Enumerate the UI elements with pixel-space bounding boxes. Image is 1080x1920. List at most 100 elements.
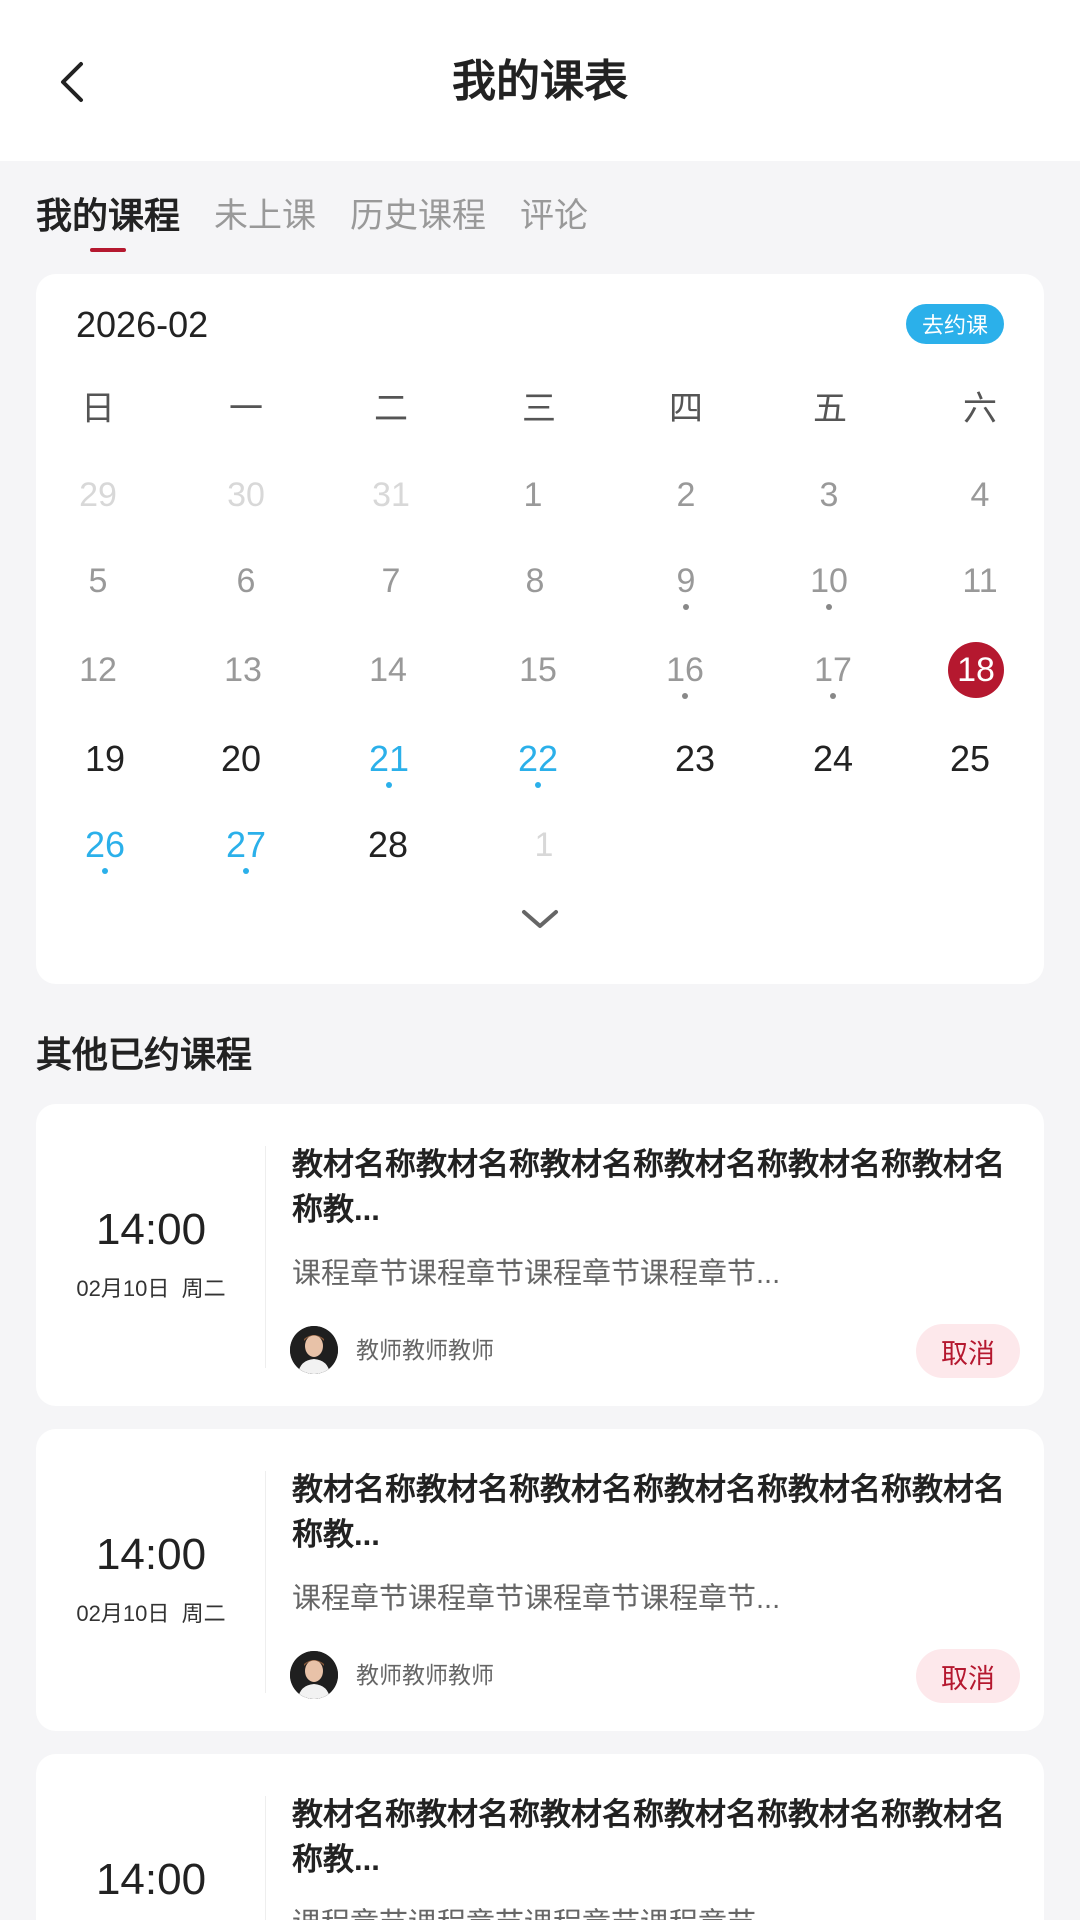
tab-my-courses[interactable]: 我的课程 [36, 190, 180, 250]
has-class-dot [682, 693, 688, 699]
calendar-day[interactable]: 16 [645, 635, 725, 705]
weekday-label: 二 [374, 390, 408, 428]
calendar-month: 2026-02 [76, 304, 209, 345]
calendar-day[interactable]: 12 [58, 635, 138, 705]
divider [265, 1471, 266, 1693]
calendar-day[interactable]: 7 [351, 546, 431, 616]
weekday-header: 日 一 二 三 四 五 六 [36, 384, 1044, 434]
calendar-day[interactable]: 23 [655, 724, 735, 794]
course-title: 教材名称教材名称教材名称教材名称教材名称教材名称教... [292, 1472, 1005, 1552]
day-number: 16 [666, 651, 704, 689]
expand-calendar-button[interactable] [520, 904, 560, 934]
calendar-day[interactable]: 26 [65, 810, 145, 880]
calendar-day[interactable]: 22 [498, 724, 578, 794]
calendar-day[interactable]: 1 [493, 460, 573, 530]
day-number: 17 [814, 651, 852, 689]
course-weekday: 周二 [181, 1601, 226, 1626]
day-number: 10 [810, 562, 848, 600]
day-number: 15 [519, 651, 557, 689]
calendar-day[interactable]: 30 [206, 460, 286, 530]
day-number: 13 [224, 651, 262, 689]
section-title: 其他已约课程 [36, 1034, 253, 1075]
course-date-day: 02月10日 [76, 1601, 170, 1626]
day-number: 24 [812, 738, 854, 779]
has-class-dot [683, 604, 689, 610]
course-title: 教材名称教材名称教材名称教材名称教材名称教材名称教... [292, 1147, 1005, 1227]
calendar-day[interactable]: 13 [203, 635, 283, 705]
calendar-day[interactable]: 5 [58, 546, 138, 616]
calendar-day-today[interactable]: 18 [936, 635, 1016, 705]
course-card[interactable]: 14:00 02月10日 周二 教材名称教材名称教材名称教材名称教材名称教材名称… [36, 1429, 1044, 1731]
weekday-label: 六 [963, 390, 997, 428]
day-number: 4 [970, 476, 990, 514]
calendar-day[interactable]: 19 [65, 724, 145, 794]
calendar-day[interactable]: 15 [498, 635, 578, 705]
day-number: 14 [369, 651, 407, 689]
day-number: 9 [676, 562, 696, 600]
weekday-label: 五 [813, 390, 847, 428]
tab-upcoming[interactable]: 未上课 [214, 190, 316, 250]
calendar-day[interactable]: 25 [930, 724, 1010, 794]
day-number: 7 [381, 562, 401, 600]
calendar-day[interactable]: 28 [348, 810, 428, 880]
day-number: 12 [79, 651, 117, 689]
day-number: 8 [525, 562, 545, 600]
teacher-avatar [290, 1326, 338, 1374]
calendar-day[interactable]: 10 [789, 546, 869, 616]
calendar-day[interactable]: 4 [940, 460, 1020, 530]
day-number: 6 [236, 562, 256, 600]
divider [265, 1146, 266, 1368]
tab-comments[interactable]: 评论 [520, 190, 588, 250]
has-class-dot [243, 868, 249, 874]
day-number: 23 [674, 738, 716, 779]
course-chapter: 课程章节课程章节课程章节课程章节... [292, 1904, 1012, 1920]
course-card[interactable]: 14:00 教材名称教材名称教材名称教材名称教材名称教材名称教... 课程章节课… [36, 1754, 1044, 1920]
day-number: 3 [819, 476, 839, 514]
course-title: 教材名称教材名称教材名称教材名称教材名称教材名称教... [292, 1797, 1005, 1877]
course-date-day: 02月10日 [76, 1276, 170, 1301]
calendar-day[interactable]: 24 [793, 724, 873, 794]
calendar-day[interactable]: 14 [348, 635, 428, 705]
cancel-button[interactable]: 取消 [916, 1649, 1020, 1703]
calendar-day[interactable]: 8 [495, 546, 575, 616]
weekday-label: 三 [522, 390, 556, 428]
teacher-name: 教师教师教师 [356, 1337, 494, 1363]
weekday-label: 日 [81, 390, 115, 428]
cancel-button[interactable]: 取消 [916, 1324, 1020, 1378]
calendar-day[interactable]: 17 [793, 635, 873, 705]
avatar-image [290, 1651, 338, 1699]
calendar-day[interactable]: 31 [351, 460, 431, 530]
calendar-day[interactable]: 11 [940, 546, 1020, 616]
chevron-down-icon [522, 910, 558, 928]
course-tabs: 我的课程 未上课 历史课程 评论 [36, 190, 588, 252]
teacher-avatar [290, 1651, 338, 1699]
weekday-label: 四 [669, 390, 703, 428]
time-column: 14:00 02月10日 周二 [36, 1104, 266, 1406]
day-number: 22 [517, 738, 559, 779]
calendar-day[interactable]: 29 [58, 460, 138, 530]
course-time: 14:00 [95, 1205, 207, 1254]
calendar-day[interactable]: 3 [789, 460, 869, 530]
course-card[interactable]: 14:00 02月10日 周二 教材名称教材名称教材名称教材名称教材名称教材名称… [36, 1104, 1044, 1406]
calendar-day[interactable]: 1 [504, 810, 584, 880]
time-column: 14:00 02月10日 周二 [36, 1429, 266, 1731]
teacher-name: 教师教师教师 [356, 1662, 494, 1688]
divider [265, 1796, 266, 1920]
calendar-day[interactable]: 9 [646, 546, 726, 616]
book-course-button[interactable]: 去约课 [906, 304, 1004, 344]
avatar-image [290, 1326, 338, 1374]
course-time: 14:00 [95, 1530, 207, 1579]
calendar-card: 2026-02 去约课 日 一 二 三 四 五 六 29 30 31 1 2 3… [36, 274, 1044, 984]
tab-history[interactable]: 历史课程 [350, 190, 486, 250]
has-class-dot [830, 693, 836, 699]
has-class-dot [826, 604, 832, 610]
calendar-day[interactable]: 20 [201, 724, 281, 794]
day-number: 30 [227, 476, 265, 514]
calendar-day[interactable]: 21 [349, 724, 429, 794]
calendar-day[interactable]: 6 [206, 546, 286, 616]
calendar-day[interactable]: 2 [646, 460, 726, 530]
course-weekday: 周二 [181, 1276, 226, 1301]
day-number: 20 [220, 738, 262, 779]
calendar-day[interactable]: 27 [206, 810, 286, 880]
day-number: 31 [372, 476, 410, 514]
